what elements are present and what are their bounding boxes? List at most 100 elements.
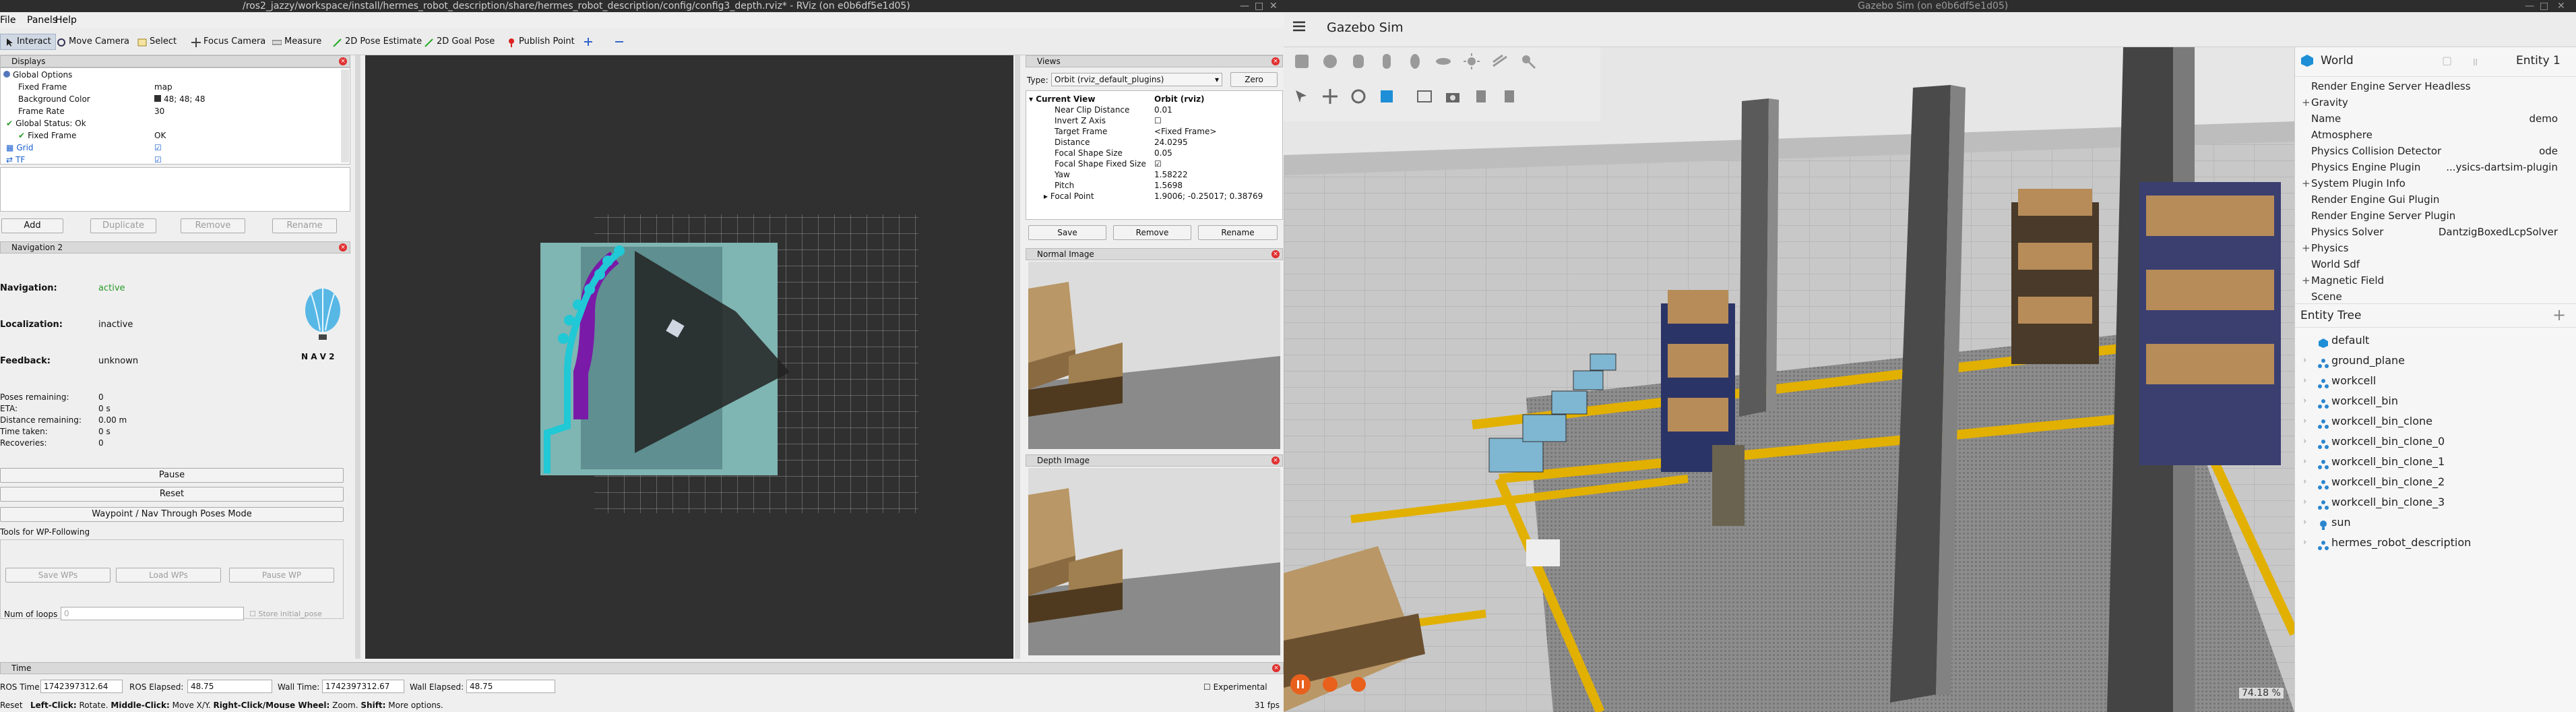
paste-icon[interactable] xyxy=(1501,88,1518,105)
close-icon[interactable]: × xyxy=(339,57,347,65)
spot-light-icon[interactable] xyxy=(1519,53,1537,70)
step-icon[interactable] xyxy=(1323,677,1338,692)
tool-move-camera[interactable]: Move Camera xyxy=(57,34,129,50)
close-icon[interactable]: × xyxy=(1272,664,1280,672)
rotate-icon[interactable] xyxy=(1350,88,1367,105)
ros-elapsed-field[interactable]: 48.75 xyxy=(187,680,272,693)
entity-row-default[interactable]: default xyxy=(2295,330,2576,351)
add-tool-icon[interactable] xyxy=(584,34,593,50)
capsule-shape-icon[interactable] xyxy=(1378,53,1395,70)
camera-icon[interactable] xyxy=(1444,88,1462,105)
entity-row[interactable]: › workcell xyxy=(2295,371,2576,391)
maximize-icon[interactable]: □ xyxy=(2540,0,2548,12)
tree-row-fixed-frame[interactable]: Fixed Frame xyxy=(18,82,67,92)
reset-link[interactable]: Reset xyxy=(0,701,23,710)
maximize-icon[interactable]: □ xyxy=(1255,0,1263,12)
tool-measure[interactable]: Measure xyxy=(272,34,321,50)
minimize-icon[interactable]: — xyxy=(1240,0,1249,12)
world-prop-row[interactable]: Render Engine Gui Plugin xyxy=(2295,191,2576,208)
panel-splitter[interactable] xyxy=(1015,55,1020,659)
pitch-value[interactable]: 1.5698 xyxy=(1154,180,1183,191)
focal-point-row[interactable]: ▸ Focal Point xyxy=(1044,191,1094,202)
world-prop-row[interactable]: Render Engine Server Plugin xyxy=(2295,208,2576,224)
tool-2d-goal-pose[interactable]: 2D Goal Pose xyxy=(425,34,495,50)
world-prop-row[interactable]: Render Engine Server Headless xyxy=(2295,78,2576,94)
entity-row[interactable]: › workcell_bin_clone_2 xyxy=(2295,472,2576,492)
rename-display-button[interactable]: Rename xyxy=(272,218,337,233)
waypoint-mode-button[interactable]: Waypoint / Nav Through Poses Mode xyxy=(0,507,344,522)
remove-view-button[interactable]: Remove xyxy=(1113,225,1191,240)
yaw-value[interactable]: 1.58222 xyxy=(1154,169,1188,180)
rviz-render[interactable] xyxy=(365,55,1013,659)
tool-select[interactable]: Select xyxy=(137,34,177,50)
tree-row-grid[interactable]: ▦ Grid xyxy=(6,142,34,153)
tool-publish-point[interactable]: Publish Point xyxy=(507,34,575,50)
store-initial-pose-checkbox[interactable]: ☐ Store initial_pose xyxy=(249,610,322,618)
tree-row-fixed-frame-status[interactable]: ✔ Fixed Frame xyxy=(18,130,76,141)
tf-checkbox[interactable]: ☑ xyxy=(154,154,162,165)
tree-row-background-color[interactable]: Background Color xyxy=(18,94,90,105)
add-display-button[interactable]: Add xyxy=(1,218,63,233)
box-shape-icon[interactable] xyxy=(1293,53,1311,70)
world-prop-row[interactable]: Physics Collision Detector ode xyxy=(2295,143,2576,159)
panel-splitter[interactable] xyxy=(355,55,360,659)
world-prop-row[interactable]: Physics Solver DantzigBoxedLcpSolver xyxy=(2295,224,2576,240)
select-arrow-icon[interactable] xyxy=(1293,88,1311,105)
menu-file[interactable]: File xyxy=(0,12,15,28)
menu-panels[interactable]: Panels xyxy=(27,12,57,28)
close-icon[interactable]: × xyxy=(1271,57,1280,65)
add-entity-icon[interactable]: + xyxy=(2552,305,2566,324)
save-view-button[interactable]: Save xyxy=(1028,225,1106,240)
wall-elapsed-field[interactable]: 48.75 xyxy=(466,680,555,693)
copy-icon[interactable] xyxy=(1472,88,1490,105)
tool-interact[interactable]: Interact xyxy=(0,34,56,50)
tool-focus-camera[interactable]: Focus Camera xyxy=(191,34,265,50)
sun-light-icon[interactable] xyxy=(1463,53,1480,70)
displays-scrollbar[interactable] xyxy=(341,69,349,162)
grid-checkbox[interactable]: ☑ xyxy=(154,142,162,153)
remove-tool-icon[interactable] xyxy=(615,34,624,50)
entity-row[interactable]: › workcell_bin_clone_1 xyxy=(2295,452,2576,472)
world-prop-row[interactable]: Name demo xyxy=(2295,111,2576,127)
experimental-checkbox[interactable]: ☐ Experimental xyxy=(1203,682,1267,692)
pause-updates-icon[interactable]: ॥ xyxy=(2472,54,2478,69)
focal-point-value[interactable]: 1.9006; -0.25017; 0.38769 xyxy=(1154,191,1263,202)
entity-row[interactable]: › workcell_bin_clone_0 xyxy=(2295,432,2576,452)
world-prop-row[interactable]: Scene xyxy=(2295,289,2576,305)
entity-row[interactable]: › workcell_bin_clone xyxy=(2295,411,2576,432)
remove-display-button[interactable]: Remove xyxy=(181,218,245,233)
close-icon[interactable]: ✕ xyxy=(2557,0,2565,12)
focal-shape-fixed-checkbox[interactable]: ☑ xyxy=(1154,158,1162,169)
image-icon[interactable] xyxy=(1416,88,1433,105)
entity-row[interactable]: › workcell_bin xyxy=(2295,391,2576,411)
pause-button[interactable]: Pause xyxy=(0,468,344,483)
near-clip-value[interactable]: 0.01 xyxy=(1154,105,1172,115)
gazebo-render[interactable] xyxy=(1284,47,2294,712)
reset-button[interactable]: Reset xyxy=(0,487,344,502)
invert-z-checkbox[interactable]: ☐ xyxy=(1154,115,1162,126)
duplicate-display-button[interactable]: Duplicate xyxy=(90,218,156,233)
tree-row-tf[interactable]: ⇄ TF xyxy=(6,154,25,165)
save-wps-button[interactable]: Save WPs xyxy=(5,568,111,583)
tool-2d-pose-estimate[interactable]: 2D Pose Estimate xyxy=(333,34,422,50)
reset-icon[interactable] xyxy=(1351,677,1366,692)
entity-row[interactable]: › hermes_robot_description xyxy=(2295,533,2576,553)
close-icon[interactable]: × xyxy=(339,243,347,251)
frame-rate-value[interactable]: 30 xyxy=(154,106,164,117)
background-color-value[interactable]: 48; 48; 48 xyxy=(154,94,206,105)
minimize-icon[interactable]: — xyxy=(2525,0,2534,12)
directional-light-icon[interactable] xyxy=(1491,53,1509,70)
pause-icon[interactable] xyxy=(1290,674,1311,694)
num-loops-input[interactable]: 0 xyxy=(61,607,244,620)
entity-row[interactable]: › workcell_bin_clone_3 xyxy=(2295,492,2576,512)
entity-row[interactable]: › ground_plane xyxy=(2295,351,2576,371)
menu-help[interactable]: Help xyxy=(55,12,77,28)
close-icon[interactable]: ✕ xyxy=(1269,0,1278,12)
world-prop-row[interactable]: + Gravity xyxy=(2295,94,2576,111)
zero-button[interactable]: Zero xyxy=(1230,72,1278,87)
rviz-3d-view[interactable] xyxy=(365,55,1013,659)
snap-icon[interactable] xyxy=(1378,88,1395,105)
target-frame-value[interactable]: <Fixed Frame> xyxy=(1154,126,1216,137)
sphere-shape-icon[interactable] xyxy=(1321,53,1339,70)
tree-row-frame-rate[interactable]: Frame Rate xyxy=(18,106,65,117)
